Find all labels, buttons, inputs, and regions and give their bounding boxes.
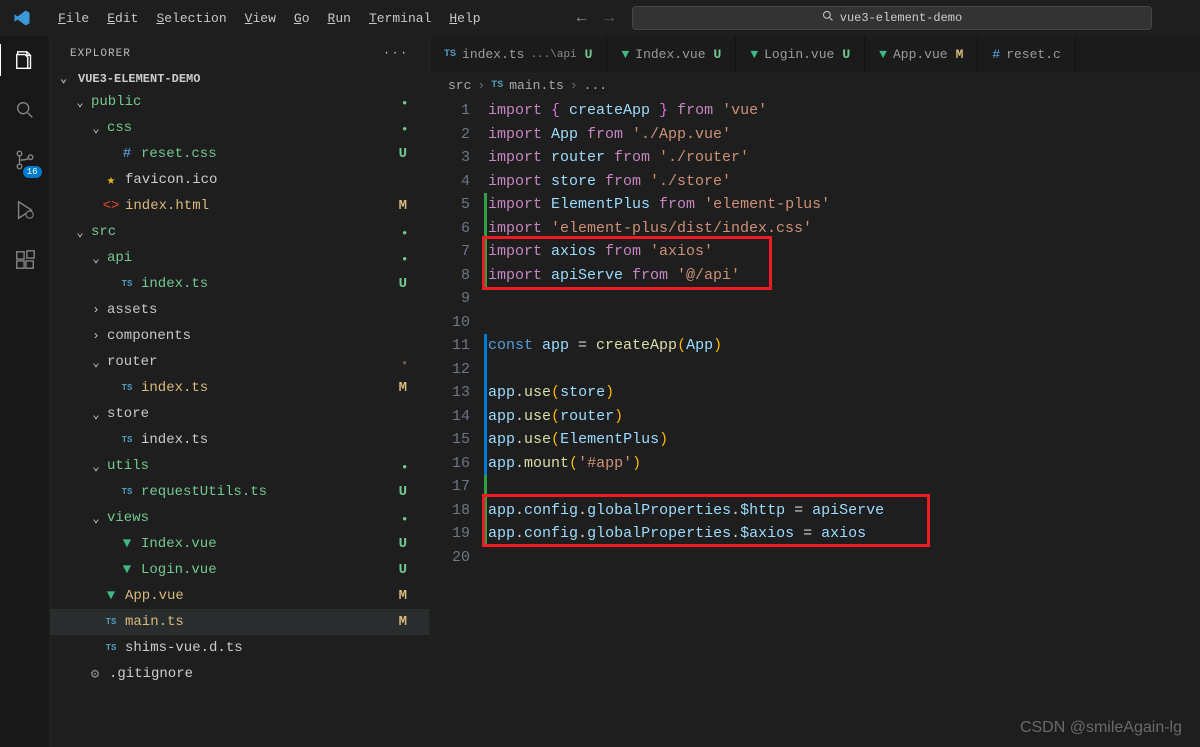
file-request-utils[interactable]: TSrequestUtils.tsU: [50, 479, 429, 505]
vue-icon: ▼: [118, 562, 136, 578]
file-tree: ⌄public ⌄css #reset.cssU ★favicon.ico <>…: [50, 89, 429, 747]
ts-icon: TS: [118, 383, 136, 393]
sidebar-header: EXPLORER ···: [50, 36, 429, 68]
file-store-index[interactable]: TSindex.ts: [50, 427, 429, 453]
line-gutter: 12345 678910 1112131415 1617181920: [430, 99, 488, 747]
command-center[interactable]: vue3-element-demo: [632, 6, 1152, 30]
hash-icon: #: [118, 146, 136, 162]
vscode-logo-icon: [8, 9, 36, 27]
file-app-vue[interactable]: ▼App.vueM: [50, 583, 429, 609]
file-router-index[interactable]: TSindex.tsM: [50, 375, 429, 401]
explorer-activity-icon[interactable]: [14, 46, 36, 74]
explorer-sidebar: EXPLORER ··· ⌄ VUE3-ELEMENT-DEMO ⌄public…: [50, 36, 430, 747]
editor-area: TSindex.ts...\apiU ▼Index.vueU ▼Login.vu…: [430, 36, 1200, 747]
folder-store[interactable]: ⌄store: [50, 401, 429, 427]
menu-help[interactable]: Help: [441, 7, 488, 30]
project-name: VUE3-ELEMENT-DEMO: [78, 72, 200, 86]
main-menu: FFileile Edit Selection View Go Run Term…: [50, 7, 489, 30]
folder-assets[interactable]: ›assets: [50, 297, 429, 323]
folder-router[interactable]: ⌄router: [50, 349, 429, 375]
gear-icon: ⚙: [86, 666, 104, 683]
folder-api[interactable]: ⌄api: [50, 245, 429, 271]
vue-icon: ▼: [118, 536, 136, 552]
code-lines: import { createApp } from 'vue' import A…: [488, 99, 1200, 747]
source-control-activity-icon[interactable]: 16: [14, 146, 36, 174]
tab-index-vue[interactable]: ▼Index.vueU: [607, 36, 736, 73]
file-api-index[interactable]: TSindex.tsU: [50, 271, 429, 297]
activity-bar: 16: [0, 36, 50, 747]
folder-views[interactable]: ⌄views: [50, 505, 429, 531]
menu-selection[interactable]: Selection: [148, 7, 234, 30]
folder-components[interactable]: ›components: [50, 323, 429, 349]
file-shims[interactable]: TSshims-vue.d.ts: [50, 635, 429, 661]
folder-src[interactable]: ⌄src: [50, 219, 429, 245]
chevron-down-icon: ⌄: [60, 71, 74, 86]
nav-forward-icon[interactable]: →: [604, 9, 614, 27]
file-login-vue[interactable]: ▼Login.vueU: [50, 557, 429, 583]
sidebar-more-icon[interactable]: ···: [383, 48, 409, 60]
menu-file[interactable]: FFileile: [50, 7, 97, 30]
menu-run[interactable]: Run: [320, 7, 359, 30]
search-icon: [822, 10, 834, 26]
folder-utils[interactable]: ⌄utils: [50, 453, 429, 479]
debug-activity-icon[interactable]: [14, 196, 36, 224]
file-index-vue[interactable]: ▼Index.vueU: [50, 531, 429, 557]
nav-back-icon[interactable]: ←: [577, 9, 587, 27]
search-activity-icon[interactable]: [14, 96, 36, 124]
ts-icon: TS: [102, 643, 120, 653]
star-icon: ★: [102, 172, 120, 189]
menu-edit[interactable]: Edit: [99, 7, 146, 30]
menu-terminal[interactable]: Terminal: [361, 7, 439, 30]
ts-icon: TS: [118, 435, 136, 445]
menu-view[interactable]: View: [237, 7, 284, 30]
tab-api-index[interactable]: TSindex.ts...\apiU: [430, 36, 607, 73]
breadcrumb[interactable]: src› TSmain.ts› ...: [430, 74, 1200, 97]
ts-icon: TS: [102, 617, 120, 627]
file-main-ts[interactable]: TSmain.tsM: [50, 609, 429, 635]
scm-badge: 16: [23, 166, 42, 178]
command-center-text: vue3-element-demo: [840, 11, 962, 25]
folder-public[interactable]: ⌄public: [50, 89, 429, 115]
ts-icon: TS: [118, 279, 136, 289]
html-icon: <>: [102, 198, 120, 214]
tab-app-vue[interactable]: ▼App.vueM: [865, 36, 978, 73]
title-bar: FFileile Edit Selection View Go Run Term…: [0, 0, 1200, 36]
file-favicon[interactable]: ★favicon.ico: [50, 167, 429, 193]
tab-reset-css[interactable]: #reset.c: [978, 36, 1075, 73]
editor-tabs: TSindex.ts...\apiU ▼Index.vueU ▼Login.vu…: [430, 36, 1200, 74]
menu-go[interactable]: Go: [286, 7, 318, 30]
code-editor[interactable]: 12345 678910 1112131415 1617181920 impor…: [430, 97, 1200, 747]
watermark: CSDN @smileAgain-lg: [1020, 719, 1182, 737]
tab-login-vue[interactable]: ▼Login.vueU: [736, 36, 865, 73]
vue-icon: ▼: [102, 588, 120, 604]
file-gitignore[interactable]: ⚙.gitignore: [50, 661, 429, 687]
ts-icon: TS: [118, 487, 136, 497]
sidebar-title: EXPLORER: [70, 48, 131, 60]
folder-css[interactable]: ⌄css: [50, 115, 429, 141]
file-reset-css[interactable]: #reset.cssU: [50, 141, 429, 167]
project-header[interactable]: ⌄ VUE3-ELEMENT-DEMO: [50, 68, 429, 89]
extensions-activity-icon[interactable]: [14, 246, 36, 274]
nav-arrows: ← →: [577, 9, 614, 27]
file-index-html[interactable]: <>index.htmlM: [50, 193, 429, 219]
